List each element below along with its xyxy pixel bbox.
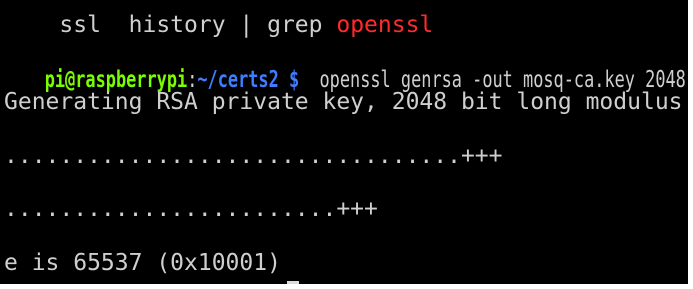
output-line-1: Generating RSA private key, 2048 bit lon… (4, 89, 683, 115)
output-line-2: .................................+++ (4, 143, 503, 169)
terminal-cursor (287, 281, 299, 284)
grep-highlight: openssl (336, 12, 434, 38)
output-line-4: e is 65537 (0x10001) (4, 250, 281, 276)
output-line-3: ........................+++ (4, 196, 378, 222)
previous-command-text: ssl history | grep (59, 12, 337, 38)
terminal-window[interactable]: ssl history | grep openssl pi@raspberryp… (0, 0, 688, 284)
